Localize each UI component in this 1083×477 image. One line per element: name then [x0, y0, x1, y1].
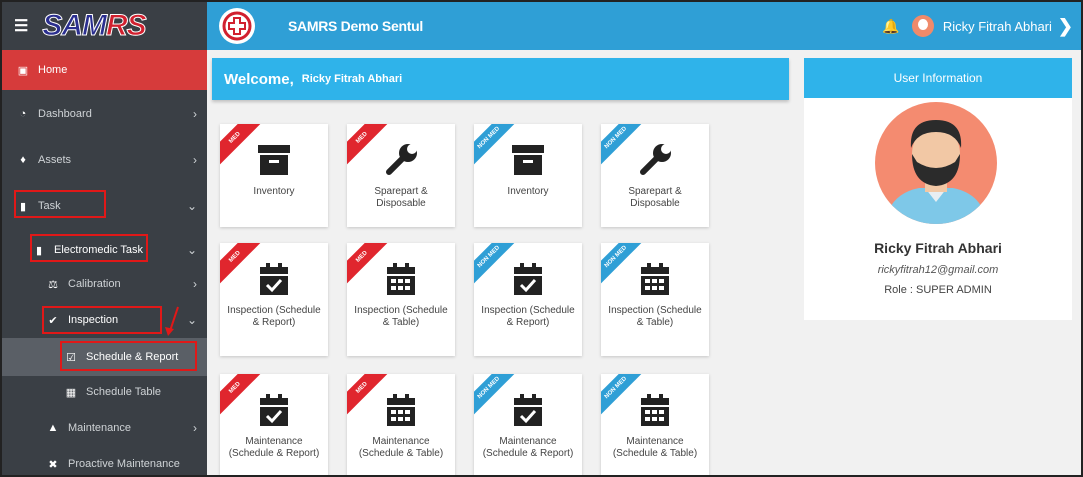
- tile-label: Sparepart & Disposable: [628, 186, 682, 209]
- sidebar-item-home[interactable]: ▣ Home: [2, 50, 207, 90]
- chevron-down-icon: ⌄: [186, 313, 197, 327]
- chevron-down-icon: ⌄: [186, 199, 197, 213]
- cubes-icon: ♦: [20, 154, 26, 166]
- topbar-user-name[interactable]: Ricky Fitrah Abhari: [943, 19, 1052, 34]
- tile-inventory-non-med[interactable]: NON MED Inventory: [474, 124, 582, 227]
- sidebar-item-assets[interactable]: ♦ Assets ›: [2, 140, 207, 180]
- balance-scale-icon: ⚖: [48, 278, 58, 291]
- tile-label: Sparepart & Disposable: [374, 186, 428, 209]
- sidebar-item-proactive-maintenance[interactable]: ✖ Proactive Maintenance: [2, 444, 207, 475]
- tile-label: Inspection (Schedule & Table): [354, 305, 448, 328]
- chevron-right-icon: ›: [193, 277, 197, 291]
- tile-label: Maintenance (Schedule & Report): [228, 436, 320, 459]
- chevron-right-icon: ›: [193, 107, 197, 121]
- tile-label: Maintenance (Schedule & Report): [482, 436, 574, 459]
- avatar[interactable]: [911, 15, 934, 37]
- tile-inspection-report-non-med[interactable]: NON MED Inspection (Schedule & Report): [474, 243, 582, 356]
- sidebar-item-calibration[interactable]: ⚖ Calibration ›: [2, 264, 207, 304]
- sidebar: ▣ Home ◔ Dashboard › ♦ Assets › ▮ Task ⌄…: [2, 50, 207, 475]
- chevron-right-icon: ›: [193, 153, 197, 167]
- user-email: rickyfitrah12@gmail.com: [877, 264, 999, 276]
- tile-maintenance-report-med[interactable]: MED Maintenance (Schedule & Report): [220, 374, 328, 475]
- user-full-name: Ricky Fitrah Abhari: [874, 240, 1002, 256]
- user-info-header: User Information: [804, 58, 1072, 98]
- tile-label: Maintenance (Schedule & Table): [358, 436, 444, 459]
- tile-inspection-table-med[interactable]: MED Inspection (Schedule & Table): [347, 243, 455, 356]
- welcome-user-name: Ricky Fitrah Abhari: [301, 73, 403, 85]
- hamburger-menu-icon[interactable]: ☰: [14, 16, 28, 36]
- sidebar-item-maintenance[interactable]: ▲ Maintenance ›: [2, 408, 207, 448]
- tile-sparepart-med[interactable]: MED Sparepart & Disposable: [347, 124, 455, 227]
- chevron-right-icon[interactable]: ❯: [1058, 16, 1073, 37]
- top-bar: SAMRS Demo Sentul 🔔 Ricky Fitrah Abhari …: [207, 2, 1081, 50]
- tile-label: Inventory: [253, 186, 295, 197]
- tile-inventory-med[interactable]: MED Inventory: [220, 124, 328, 227]
- tile-label: Inspection (Schedule & Table): [608, 305, 702, 328]
- app-title: SAMRS Demo Sentul: [288, 18, 423, 34]
- tile-maintenance-table-med[interactable]: MED Maintenance (Schedule & Table): [347, 374, 455, 475]
- chevron-down-icon: ⌄: [186, 243, 197, 257]
- chevron-right-icon: ›: [193, 421, 197, 435]
- highlight-electromedic-task: [30, 234, 148, 262]
- welcome-greeting: Welcome,: [224, 70, 294, 88]
- tile-label: Inventory: [507, 186, 549, 197]
- hospital-logo-icon: [219, 8, 255, 44]
- tile-label: Inspection (Schedule & Report): [227, 305, 321, 328]
- tile-sparepart-non-med[interactable]: NON MED Sparepart & Disposable: [601, 124, 709, 227]
- tile-maintenance-report-non-med[interactable]: NON MED Maintenance (Schedule & Report): [474, 374, 582, 475]
- ambulance-icon: ▲: [47, 422, 59, 434]
- laptop-icon: ▣: [17, 64, 29, 77]
- calendar-icon: ▦: [65, 386, 77, 399]
- tile-label: Maintenance (Schedule & Table): [612, 436, 698, 459]
- user-menu[interactable]: 🔔 Ricky Fitrah Abhari ❯: [882, 2, 1073, 50]
- sidebar-item-schedule-table[interactable]: ▦ Schedule Table: [2, 372, 207, 412]
- user-info-panel: Ricky Fitrah Abhari rickyfitrah12@gmail.…: [804, 98, 1072, 320]
- user-role: Role : SUPER ADMIN: [884, 284, 992, 296]
- app-logo[interactable]: SAMRS: [42, 9, 147, 43]
- brand-area: ☰ SAMRS: [2, 2, 207, 50]
- app-window: ☰ SAMRS SAMRS Demo Sentul 🔔 Ricky Fitrah…: [0, 0, 1083, 477]
- red-arrow-icon: [165, 306, 179, 336]
- sidebar-item-dashboard[interactable]: ◔ Dashboard ›: [2, 94, 207, 134]
- highlight-schedule-report: [60, 341, 197, 371]
- dashboard-icon: ◔: [19, 108, 27, 120]
- tools-icon: ✖: [48, 458, 58, 471]
- notification-bell-icon[interactable]: 🔔: [882, 18, 899, 35]
- tile-maintenance-table-non-med[interactable]: NON MED Maintenance (Schedule & Table): [601, 374, 709, 475]
- highlight-inspection: [42, 306, 162, 334]
- user-avatar: [875, 102, 997, 224]
- tile-label: Inspection (Schedule & Report): [481, 305, 575, 328]
- welcome-banner: Welcome, Ricky Fitrah Abhari: [212, 58, 789, 100]
- highlight-task: [14, 190, 106, 218]
- tile-inspection-report-med[interactable]: MED Inspection (Schedule & Report): [220, 243, 328, 356]
- tile-inspection-table-non-med[interactable]: NON MED Inspection (Schedule & Table): [601, 243, 709, 356]
